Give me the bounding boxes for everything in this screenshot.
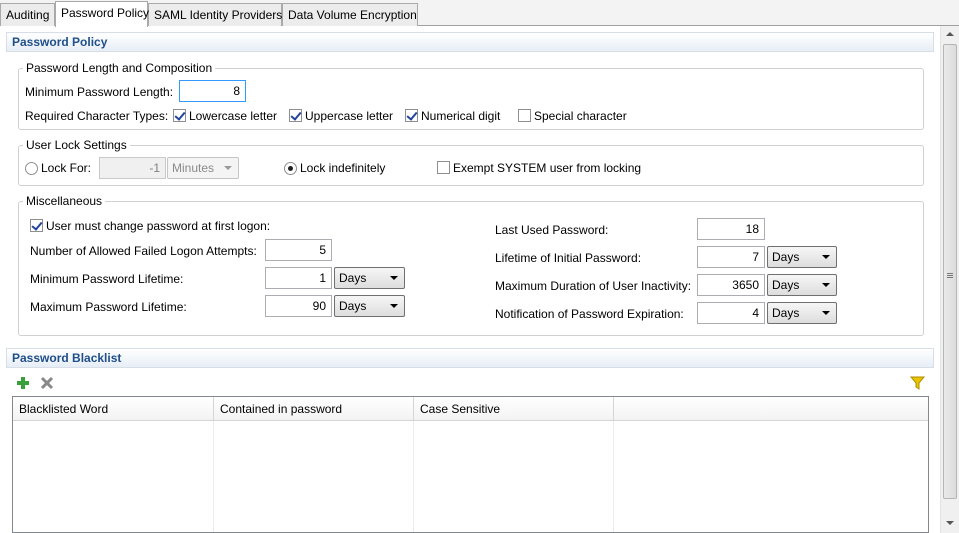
numerical-digit-checkbox[interactable] bbox=[405, 109, 418, 122]
column-divider bbox=[613, 421, 614, 532]
chevron-down-icon bbox=[822, 311, 830, 315]
column-divider bbox=[213, 421, 214, 532]
max-lifetime-input[interactable]: 90 bbox=[265, 295, 332, 317]
table-header: Blacklisted Word Contained in password C… bbox=[13, 397, 928, 421]
column-header-blacklisted-word[interactable]: Blacklisted Word bbox=[13, 397, 214, 421]
initial-lifetime-unit-select[interactable]: Days bbox=[767, 246, 837, 268]
column-header-contained-in-password[interactable]: Contained in password bbox=[214, 397, 414, 421]
change-first-logon-label: User must change password at first logon… bbox=[46, 219, 271, 233]
max-lifetime-unit-value: Days bbox=[339, 299, 367, 313]
last-used-input[interactable]: 18 bbox=[697, 218, 765, 240]
uppercase-label: Uppercase letter bbox=[305, 109, 394, 123]
max-lifetime-unit-select[interactable]: Days bbox=[334, 295, 405, 317]
password-blacklist-header: Password Blacklist bbox=[6, 348, 934, 368]
uppercase-checkbox[interactable] bbox=[289, 109, 302, 122]
user-lock-group-title: User Lock Settings bbox=[23, 138, 130, 152]
min-lifetime-unit-select[interactable]: Days bbox=[334, 267, 405, 289]
tab-data-volume-encryption[interactable]: Data Volume Encryption bbox=[282, 3, 418, 26]
initial-lifetime-unit-value: Days bbox=[772, 250, 800, 264]
grip-icon bbox=[947, 273, 953, 274]
max-inactivity-input[interactable]: 3650 bbox=[697, 274, 765, 296]
initial-lifetime-input[interactable]: 7 bbox=[697, 246, 765, 268]
failed-attempts-label: Number of Allowed Failed Logon Attempts: bbox=[30, 244, 257, 258]
lowercase-label: Lowercase letter bbox=[189, 109, 278, 123]
numerical-digit-label: Numerical digit bbox=[421, 109, 501, 123]
column-divider bbox=[413, 421, 414, 532]
chevron-down-icon bbox=[822, 255, 830, 259]
column-header-case-sensitive[interactable]: Case Sensitive bbox=[414, 397, 614, 421]
lock-for-unit-value: Minutes bbox=[172, 161, 215, 175]
lock-for-unit-select[interactable]: Minutes bbox=[167, 157, 239, 179]
special-character-checkbox[interactable] bbox=[518, 109, 531, 122]
last-used-label: Last Used Password: bbox=[495, 223, 609, 237]
lock-for-label: Lock For: bbox=[41, 161, 92, 175]
tab-bar: Auditing Password Policy SAML Identity P… bbox=[0, 0, 959, 27]
max-inactivity-unit-value: Days bbox=[772, 278, 800, 292]
min-lifetime-unit-value: Days bbox=[339, 271, 367, 285]
chevron-down-icon bbox=[390, 276, 398, 280]
min-lifetime-label: Minimum Password Lifetime: bbox=[30, 272, 184, 286]
scroll-down-icon[interactable] bbox=[946, 521, 954, 525]
vertical-scrollbar[interactable] bbox=[940, 26, 959, 533]
exempt-system-checkbox[interactable] bbox=[437, 161, 450, 174]
special-character-label: Special character bbox=[534, 109, 627, 123]
misc-group-title: Miscellaneous bbox=[23, 194, 106, 208]
composition-group-title: Password Length and Composition bbox=[23, 61, 216, 75]
tab-saml-identity-providers[interactable]: SAML Identity Providers bbox=[148, 3, 282, 26]
lock-for-radio[interactable] bbox=[25, 162, 38, 175]
blacklist-table: Blacklisted Word Contained in password C… bbox=[12, 396, 929, 533]
min-length-input[interactable]: 8 bbox=[179, 80, 246, 102]
lock-indefinitely-radio[interactable] bbox=[284, 162, 297, 175]
password-policy-header: Password Policy bbox=[6, 32, 934, 52]
tab-password-policy[interactable]: Password Policy bbox=[55, 1, 149, 27]
min-lifetime-input[interactable]: 1 bbox=[265, 267, 332, 289]
tab-auditing[interactable]: Auditing bbox=[0, 3, 55, 26]
char-types-label: Required Character Types: bbox=[25, 109, 169, 123]
add-icon[interactable] bbox=[16, 376, 30, 390]
max-inactivity-label: Maximum Duration of User Inactivity: bbox=[495, 279, 692, 293]
lock-indefinitely-label: Lock indefinitely bbox=[300, 161, 386, 175]
notification-unit-value: Days bbox=[772, 306, 800, 320]
failed-attempts-input[interactable]: 5 bbox=[265, 239, 332, 261]
max-lifetime-label: Maximum Password Lifetime: bbox=[30, 300, 187, 314]
chevron-down-icon bbox=[390, 304, 398, 308]
filter-icon[interactable] bbox=[909, 376, 926, 390]
exempt-system-label: Exempt SYSTEM user from locking bbox=[453, 161, 642, 175]
chevron-down-icon bbox=[224, 166, 232, 170]
scroll-up-icon[interactable] bbox=[946, 32, 954, 36]
lowercase-checkbox[interactable] bbox=[173, 109, 186, 122]
change-first-logon-checkbox[interactable] bbox=[30, 219, 43, 232]
chevron-down-icon bbox=[822, 283, 830, 287]
notification-label: Notification of Password Expiration: bbox=[495, 307, 684, 321]
scrollbar-thumb[interactable] bbox=[943, 44, 957, 499]
notification-unit-select[interactable]: Days bbox=[767, 302, 837, 324]
notification-input[interactable]: 4 bbox=[697, 302, 765, 324]
min-length-label: Minimum Password Length: bbox=[25, 85, 174, 99]
initial-lifetime-label: Lifetime of Initial Password: bbox=[495, 251, 642, 265]
max-inactivity-unit-select[interactable]: Days bbox=[767, 274, 837, 296]
delete-icon[interactable] bbox=[40, 376, 54, 390]
lock-for-input[interactable]: -1 bbox=[99, 157, 166, 179]
